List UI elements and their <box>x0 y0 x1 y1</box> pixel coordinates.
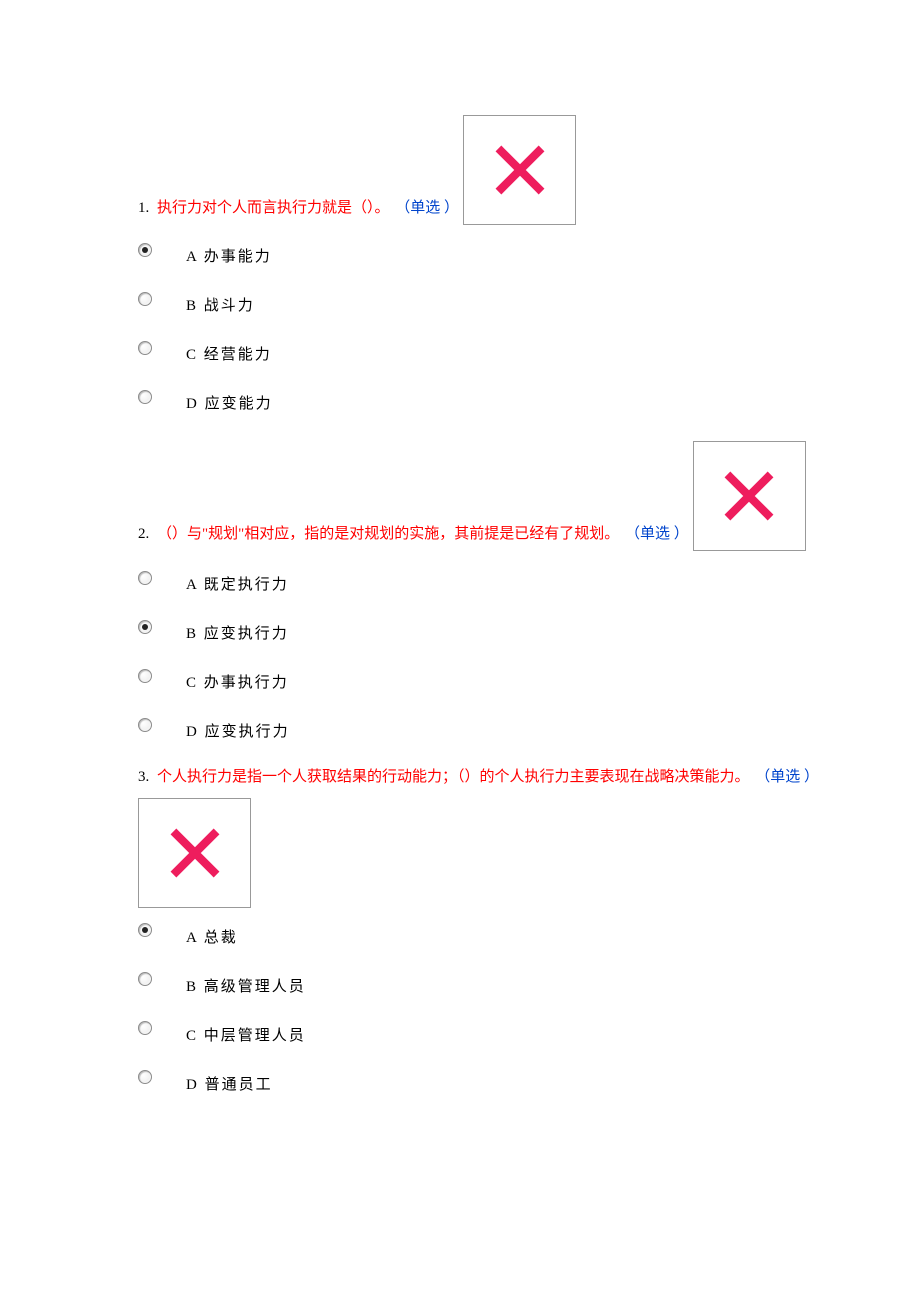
option-label: A 既定执行力 <box>186 573 289 594</box>
question-3: 3. 个人执行力是指一个人获取结果的行动能力；（）的个人执行力主要表现在战略决策… <box>138 763 920 1094</box>
radio-button[interactable] <box>138 243 152 257</box>
radio-button[interactable] <box>138 571 152 585</box>
option-row: C 办事执行力 <box>138 671 920 692</box>
question-3-header: 3. 个人执行力是指一个人获取结果的行动能力；（）的个人执行力主要表现在战略决策… <box>138 763 920 792</box>
wrong-mark-icon <box>138 798 251 908</box>
option-row: A 办事能力 <box>138 245 920 266</box>
question-2-options: A 既定执行力 B 应变执行力 C 办事执行力 D 应变执行力 <box>138 573 920 741</box>
question-1: 1. 执行力对个人而言执行力就是（）。 （单选 ） A 办事能力 B 战斗力 C… <box>138 115 920 413</box>
quiz-document: 1. 执行力对个人而言执行力就是（）。 （单选 ） A 办事能力 B 战斗力 C… <box>0 0 920 1094</box>
question-3-text: 个人执行力是指一个人获取结果的行动能力；（）的个人执行力主要表现在战略决策能力。 <box>157 769 750 785</box>
option-row: A 总裁 <box>138 926 920 947</box>
radio-button[interactable] <box>138 341 152 355</box>
radio-button[interactable] <box>138 1021 152 1035</box>
question-2-text: （）与"规划"相对应，指的是对规划的实施，其前提是已经有了规划。 <box>157 526 619 542</box>
option-label: C 经营能力 <box>186 343 272 364</box>
question-2-number: 2. <box>138 526 149 542</box>
option-row: D 应变能力 <box>138 392 920 413</box>
question-1-options: A 办事能力 B 战斗力 C 经营能力 D 应变能力 <box>138 245 920 413</box>
option-label: C 中层管理人员 <box>186 1024 306 1045</box>
radio-button[interactable] <box>138 1070 152 1084</box>
option-label: A 总裁 <box>186 926 238 947</box>
option-label: B 应变执行力 <box>186 622 289 643</box>
option-label: C 办事执行力 <box>186 671 289 692</box>
option-label: D 普通员工 <box>186 1073 273 1094</box>
radio-button[interactable] <box>138 972 152 986</box>
option-row: A 既定执行力 <box>138 573 920 594</box>
option-label: D 应变能力 <box>186 392 273 413</box>
option-row: C 经营能力 <box>138 343 920 364</box>
option-row: D 普通员工 <box>138 1073 920 1094</box>
question-2: 2. （）与"规划"相对应，指的是对规划的实施，其前提是已经有了规划。 （单选 … <box>138 441 920 741</box>
option-label: A 办事能力 <box>186 245 272 266</box>
option-row: B 战斗力 <box>138 294 920 315</box>
option-label: D 应变执行力 <box>186 720 290 741</box>
option-row: C 中层管理人员 <box>138 1024 920 1045</box>
option-label: B 高级管理人员 <box>186 975 306 996</box>
question-3-number: 3. <box>138 769 149 785</box>
wrong-mark-icon <box>693 441 806 551</box>
option-row: D 应变执行力 <box>138 720 920 741</box>
radio-button[interactable] <box>138 718 152 732</box>
question-1-type: （单选 ） <box>395 200 459 216</box>
option-row: B 高级管理人员 <box>138 975 920 996</box>
radio-button[interactable] <box>138 669 152 683</box>
question-3-options: A 总裁 B 高级管理人员 C 中层管理人员 D 普通员工 <box>138 926 920 1094</box>
question-2-type: （单选 ） <box>625 526 689 542</box>
radio-button[interactable] <box>138 390 152 404</box>
option-label: B 战斗力 <box>186 294 255 315</box>
question-3-type: （单选 ） <box>755 769 819 785</box>
radio-button[interactable] <box>138 292 152 306</box>
radio-button[interactable] <box>138 620 152 634</box>
radio-button[interactable] <box>138 923 152 937</box>
option-row: B 应变执行力 <box>138 622 920 643</box>
question-1-header: 1. 执行力对个人而言执行力就是（）。 （单选 ） <box>138 115 920 225</box>
wrong-mark-icon <box>463 115 576 225</box>
question-2-header: 2. （）与"规划"相对应，指的是对规划的实施，其前提是已经有了规划。 （单选 … <box>138 441 920 551</box>
question-1-number: 1. <box>138 200 149 216</box>
question-1-text: 执行力对个人而言执行力就是（）。 <box>157 200 390 216</box>
question-3-mark <box>138 798 920 908</box>
